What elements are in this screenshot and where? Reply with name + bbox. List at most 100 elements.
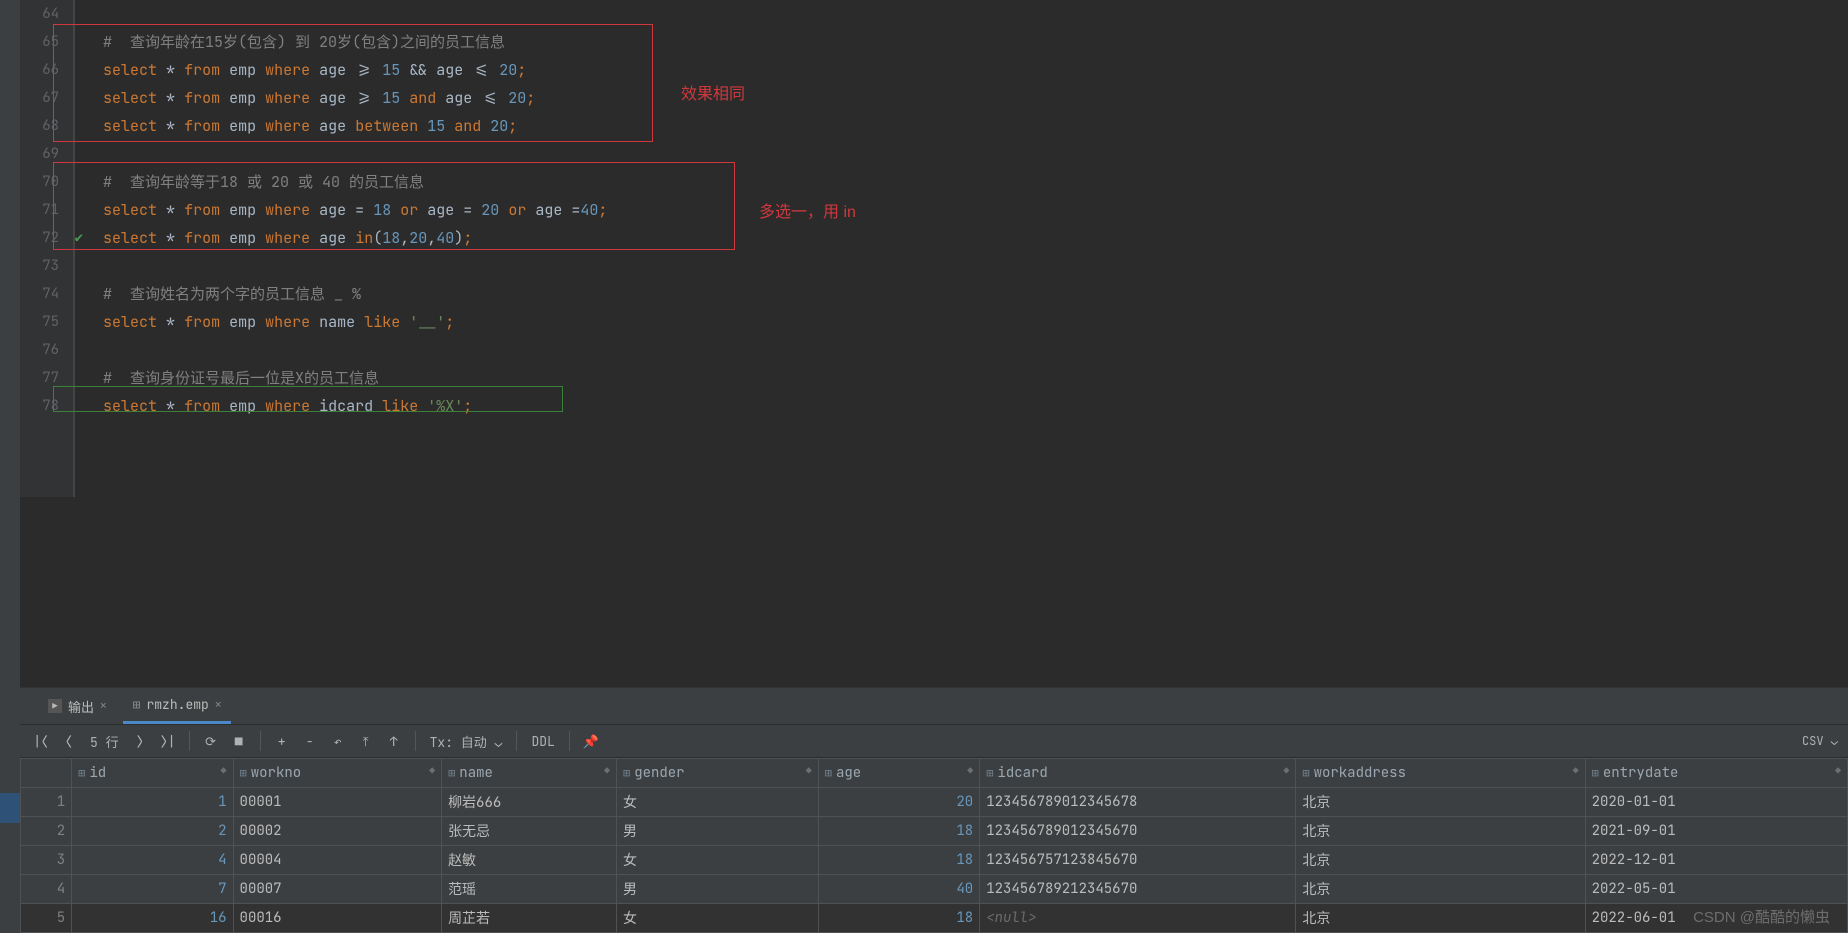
table-row[interactable]: 3400004赵敏女18123456757123845670北京2022-12-… xyxy=(21,846,1848,875)
cell-workaddress[interactable]: 北京 xyxy=(1296,846,1585,875)
column-header-age[interactable]: ⊞age◆ xyxy=(818,759,979,788)
cell-id[interactable]: 2 xyxy=(72,817,233,846)
cell-name[interactable]: 柳岩666 xyxy=(442,788,617,817)
column-header-entrydate[interactable]: ⊞entrydate◆ xyxy=(1585,759,1847,788)
column-header-workno[interactable]: ⊞workno◆ xyxy=(233,759,442,788)
stop-button[interactable]: ■ xyxy=(226,728,252,754)
cell-gender[interactable]: 女 xyxy=(616,788,818,817)
table-row[interactable]: 1100001柳岩666女20123456789012345678北京2020-… xyxy=(21,788,1848,817)
tab-result[interactable]: ⊞ rmzh.emp ✕ xyxy=(123,688,232,724)
rows-label: 5 行 xyxy=(84,732,125,751)
revert-button[interactable]: ↶ xyxy=(325,728,351,754)
cell-id[interactable]: 7 xyxy=(72,875,233,904)
cell-gender[interactable]: 男 xyxy=(616,875,818,904)
column-header-workaddress[interactable]: ⊞workaddress◆ xyxy=(1296,759,1585,788)
line-number: 66 xyxy=(0,56,59,84)
row-number: 3 xyxy=(21,846,72,875)
cell-idcard[interactable]: 123456789012345670 xyxy=(980,817,1296,846)
cell-age[interactable]: 20 xyxy=(818,788,979,817)
row-number: 1 xyxy=(21,788,72,817)
row-number: 5 xyxy=(21,904,72,933)
cell-age[interactable]: 18 xyxy=(818,846,979,875)
cell-idcard[interactable]: 123456789212345670 xyxy=(980,875,1296,904)
cell-entrydate[interactable]: 2021-09-01 xyxy=(1585,817,1847,846)
cell-gender[interactable]: 男 xyxy=(616,817,818,846)
tab-output[interactable]: ▶ 输出 ✕ xyxy=(38,688,117,724)
cell-entrydate[interactable]: 2020-01-01 xyxy=(1585,788,1847,817)
line-number: 67 xyxy=(0,84,59,112)
first-page-button[interactable]: |⟨ xyxy=(28,728,54,754)
cell-workno[interactable]: 00004 xyxy=(233,846,442,875)
commit-button[interactable]: ⤒ xyxy=(353,728,379,754)
cell-age[interactable]: 40 xyxy=(818,875,979,904)
column-header-idcard[interactable]: ⊞idcard◆ xyxy=(980,759,1296,788)
cell-workaddress[interactable]: 北京 xyxy=(1296,875,1585,904)
column-header-name[interactable]: ⊞name◆ xyxy=(442,759,617,788)
line-number: 69 xyxy=(0,140,59,168)
code-line[interactable]: # 查询年龄等于18 或 20 或 40 的员工信息 xyxy=(103,168,1848,196)
code-line[interactable]: select * from emp where name like '__'; xyxy=(103,308,1848,336)
line-number: 75 xyxy=(0,308,59,336)
cell-gender[interactable]: 女 xyxy=(616,846,818,875)
cell-name[interactable]: 周芷若 xyxy=(442,904,617,933)
tx-label[interactable]: Tx: 自动 ⌄ xyxy=(424,732,509,751)
cell-workaddress[interactable]: 北京 xyxy=(1296,788,1585,817)
column-header-gender[interactable]: ⊞gender◆ xyxy=(616,759,818,788)
annotation-text-2: 多选一，用 in xyxy=(759,198,856,222)
column-header-id[interactable]: ⊞id◆ xyxy=(72,759,233,788)
code-line[interactable]: # 查询年龄在15岁(包含) 到 20岁(包含)之间的员工信息 xyxy=(103,28,1848,56)
code-line[interactable]: select * from emp where age in(18,20,40)… xyxy=(103,224,1848,252)
code-area[interactable]: 效果相同 多选一，用 in # 查询年龄在15岁(包含) 到 20岁(包含)之间… xyxy=(75,0,1848,497)
code-line[interactable] xyxy=(103,336,1848,364)
line-number: 74 xyxy=(0,280,59,308)
cell-idcard[interactable]: <null> xyxy=(980,904,1296,933)
ddl-button[interactable]: DDL xyxy=(525,733,560,750)
cell-idcard[interactable]: 123456789012345678 xyxy=(980,788,1296,817)
code-line[interactable]: select * from emp where age = 18 or age … xyxy=(103,196,1848,224)
last-page-button[interactable]: ⟩| xyxy=(155,728,181,754)
code-line[interactable]: select * from emp where age between 15 a… xyxy=(103,112,1848,140)
code-line[interactable]: select * from emp where idcard like '%X'… xyxy=(103,392,1848,420)
export-csv-button[interactable]: CSV ⌄ xyxy=(1802,733,1838,749)
cell-workaddress[interactable]: 北京 xyxy=(1296,817,1585,846)
code-line[interactable] xyxy=(103,252,1848,280)
add-row-button[interactable]: + xyxy=(269,728,295,754)
pin-button[interactable]: 📌 xyxy=(578,728,604,754)
cell-gender[interactable]: 女 xyxy=(616,904,818,933)
cell-age[interactable]: 18 xyxy=(818,904,979,933)
cell-entrydate[interactable]: 2022-05-01 xyxy=(1585,875,1847,904)
remove-row-button[interactable]: − xyxy=(297,728,323,754)
table-row[interactable]: 51600016周芷若女18<null>北京2022-06-01 xyxy=(21,904,1848,933)
cell-workno[interactable]: 00007 xyxy=(233,875,442,904)
cell-name[interactable]: 赵敏 xyxy=(442,846,617,875)
table-row[interactable]: 4700007范瑶男40123456789212345670北京2022-05-… xyxy=(21,875,1848,904)
cell-entrydate[interactable]: 2022-12-01 xyxy=(1585,846,1847,875)
close-icon[interactable]: ✕ xyxy=(215,698,222,712)
code-line[interactable] xyxy=(103,140,1848,168)
code-line[interactable]: select * from emp where age >= 15 and ag… xyxy=(103,84,1848,112)
cell-workno[interactable]: 00001 xyxy=(233,788,442,817)
code-line[interactable]: # 查询身份证号最后一位是X的员工信息 xyxy=(103,364,1848,392)
cell-workaddress[interactable]: 北京 xyxy=(1296,904,1585,933)
next-page-button[interactable]: ⟩ xyxy=(127,728,153,754)
code-line[interactable]: # 查询姓名为两个字的员工信息 _ % xyxy=(103,280,1848,308)
cell-workno[interactable]: 00016 xyxy=(233,904,442,933)
code-editor[interactable]: 646566676869707172737475767778 效果相同 多选一，… xyxy=(0,0,1848,497)
code-line[interactable]: select * from emp where age >= 15 && age… xyxy=(103,56,1848,84)
table-row[interactable]: 2200002张无忌男18123456789012345670北京2021-09… xyxy=(21,817,1848,846)
close-icon[interactable]: ✕ xyxy=(100,699,107,713)
prev-page-button[interactable]: ⟨ xyxy=(56,728,82,754)
chevron-down-icon: ⌄ xyxy=(495,734,503,751)
refresh-button[interactable]: ⟳ xyxy=(198,728,224,754)
cell-age[interactable]: 18 xyxy=(818,817,979,846)
cell-workno[interactable]: 00002 xyxy=(233,817,442,846)
cell-name[interactable]: 范瑶 xyxy=(442,875,617,904)
cell-id[interactable]: 4 xyxy=(72,846,233,875)
code-line[interactable] xyxy=(103,0,1848,28)
cell-name[interactable]: 张无忌 xyxy=(442,817,617,846)
cell-id[interactable]: 1 xyxy=(72,788,233,817)
cell-id[interactable]: 16 xyxy=(72,904,233,933)
result-grid[interactable]: ⊞id◆⊞workno◆⊞name◆⊞gender◆⊞age◆⊞idcard◆⊞… xyxy=(20,758,1848,933)
cell-idcard[interactable]: 123456757123845670 xyxy=(980,846,1296,875)
submit-button[interactable]: ↑ xyxy=(381,728,407,754)
